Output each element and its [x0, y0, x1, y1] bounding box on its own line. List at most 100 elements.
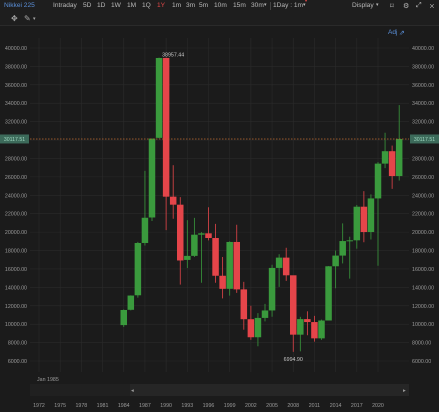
candle-body-2023 [395, 138, 403, 177]
y-tick-label-left: 20000.00 [5, 230, 27, 236]
y-tick-label-right: 24000.00 [412, 193, 434, 199]
navigator-handle-right[interactable]: ▸ [403, 388, 406, 394]
candle-body-1998 [219, 275, 226, 289]
candle-body-2011 [311, 322, 318, 339]
candle-body-2006 [275, 257, 283, 268]
y-tick-label-right: 18000.00 [412, 249, 434, 255]
candle-body-2013 [325, 266, 332, 321]
x-tick-label: 1999 [224, 403, 236, 409]
candle-body-1996 [205, 233, 212, 239]
y-tick-label-right: 36000.00 [412, 83, 434, 89]
last-price-tag-right: 30117.51 [414, 137, 435, 143]
candle-body-1993 [184, 255, 191, 260]
x-tick-label: 2017 [351, 403, 363, 409]
x-tick-label: 2005 [266, 403, 278, 409]
range-start-label: Jan 1985 [37, 377, 59, 383]
y-tick-label-left: 6000.00 [8, 359, 27, 365]
x-tick-label: 2002 [245, 403, 257, 409]
x-tick-label: 1993 [181, 403, 193, 409]
candle-body-2005 [268, 267, 276, 311]
y-tick-label-right: 26000.00 [412, 175, 434, 181]
candle-body-2022 [388, 151, 396, 177]
y-tick-label-right: 40000.00 [412, 46, 434, 52]
x-tick-label: 2011 [309, 403, 320, 409]
x-tick-label: 1990 [160, 403, 172, 409]
x-tick-label: 1984 [118, 403, 130, 409]
navigator-handle-left[interactable]: ◂ [131, 388, 134, 394]
high-annotation: 38957.44 [162, 53, 184, 59]
y-tick-label-left: 26000.00 [5, 175, 27, 181]
candle-body-1994 [191, 234, 198, 256]
x-tick-label: 2020 [372, 403, 384, 409]
y-tick-label-left: 22000.00 [5, 212, 27, 218]
y-tick-label-left: 16000.00 [5, 267, 27, 273]
low-annotation: 6994.90 [284, 357, 303, 363]
y-tick-label-left: 18000.00 [5, 249, 27, 255]
candle-body-1987 [141, 217, 149, 243]
candle-body-2019 [367, 198, 375, 233]
x-tick-label: 1981 [97, 403, 109, 409]
candle-body-1989 [155, 57, 163, 138]
candle-body-2001 [240, 289, 248, 320]
candle-body-2009 [297, 319, 304, 335]
candle-body-2010 [304, 319, 311, 323]
candle-body-2012 [318, 320, 325, 339]
y-tick-label-left: 8000.00 [8, 341, 27, 347]
y-tick-label-right: 38000.00 [412, 64, 434, 70]
candle-body-1986 [134, 242, 142, 296]
candle-body-1995 [198, 233, 205, 235]
y-tick-label-left: 28000.00 [5, 156, 27, 162]
candle-body-1991 [169, 196, 177, 205]
y-tick-label-left: 24000.00 [5, 193, 27, 199]
x-tick-label: 1987 [139, 403, 151, 409]
y-tick-label-left: 40000.00 [5, 46, 27, 52]
y-tick-label-right: 8000.00 [412, 341, 431, 347]
candle-body-1985 [127, 295, 135, 310]
candle-body-2014 [332, 255, 339, 267]
x-tick-label: 1996 [203, 403, 215, 409]
candle-body-2008 [290, 275, 297, 335]
y-tick-label-left: 10000.00 [5, 322, 27, 328]
y-tick-label-right: 14000.00 [412, 285, 434, 291]
y-tick-label-left: 32000.00 [5, 120, 27, 126]
y-tick-label-left: 12000.00 [5, 304, 27, 310]
y-tick-label-right: 20000.00 [412, 230, 434, 236]
x-tick-label: 2008 [287, 403, 299, 409]
y-tick-label-left: 38000.00 [5, 64, 27, 70]
candle-body-2021 [381, 151, 389, 164]
candle-body-2002 [247, 319, 255, 338]
candle-body-1984 [120, 309, 127, 326]
x-tick-label: 1972 [33, 403, 45, 409]
y-tick-label-right: 16000.00 [412, 267, 434, 273]
candlestick-chart[interactable]: 40000.00 40000.00 38000.00 38000.00 36000.00… [0, 0, 439, 412]
y-tick-label-right: 10000.00 [412, 322, 434, 328]
candle-body-1992 [177, 204, 184, 261]
candle-body-2016 [346, 240, 353, 242]
candle-body-2003 [254, 317, 262, 338]
navigator-window [130, 384, 409, 396]
candle-body-1999 [226, 241, 233, 289]
y-tick-label-right: 28000.00 [412, 156, 434, 162]
x-tick-label: 2014 [330, 403, 342, 409]
candle-body-1988 [148, 138, 156, 218]
candle-body-2007 [282, 257, 290, 276]
y-tick-label-right: 6000.00 [412, 359, 431, 365]
y-tick-label-right: 12000.00 [412, 304, 434, 310]
y-tick-label-right: 34000.00 [412, 101, 434, 107]
candle-body-2018 [360, 206, 368, 233]
y-tick-label-right: 32000.00 [412, 120, 434, 126]
candle-body-2017 [353, 206, 361, 241]
plot-area [30, 38, 409, 372]
x-tick-label: 1975 [54, 403, 66, 409]
candle-body-1990 [162, 57, 170, 197]
candle-body-2000 [233, 241, 240, 290]
candle-body-2015 [339, 241, 346, 256]
candle-body-2020 [374, 163, 382, 199]
x-tick-label: 1978 [75, 403, 87, 409]
candle-body-2004 [261, 310, 269, 318]
candle-body-1997 [212, 238, 219, 276]
y-tick-label-left: 36000.00 [5, 83, 27, 89]
y-tick-label-right: 22000.00 [412, 212, 434, 218]
last-price-tag-left: 30117.51 [4, 137, 25, 143]
y-tick-label-left: 14000.00 [5, 285, 27, 291]
